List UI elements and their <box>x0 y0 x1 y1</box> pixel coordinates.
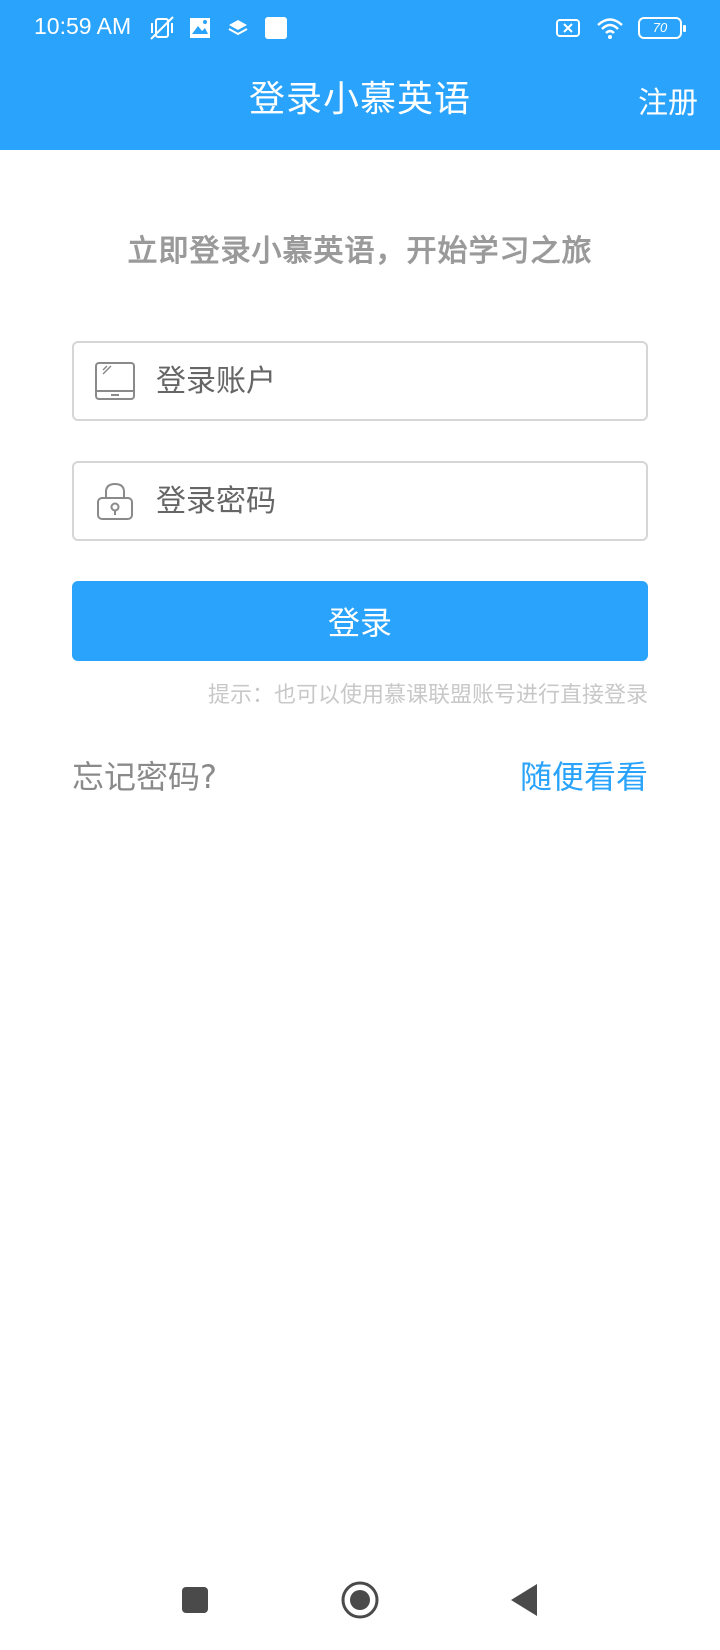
status-icons-right: 70 <box>554 14 686 42</box>
status-icons-left <box>148 14 290 42</box>
vibrate-off-icon <box>150 16 174 40</box>
back-icon <box>511 1584 537 1616</box>
status-bar: 10:59 AM 70 <box>0 0 720 56</box>
login-screen: 10:59 AM 70 登录小慕英语 注册 立即登录小慕英语，开始学习之旅 登录… <box>0 0 720 1650</box>
password-field[interactable] <box>72 461 648 541</box>
square-icon <box>265 17 287 39</box>
status-time: 10:59 AM <box>34 13 132 39</box>
recents-icon <box>182 1587 208 1613</box>
layers-icon <box>228 20 248 36</box>
app-header: 10:59 AM 70 登录小慕英语 注册 <box>0 0 720 150</box>
battery-icon: 70 <box>638 17 686 39</box>
tagline: 立即登录小慕英语，开始学习之旅 <box>127 234 593 269</box>
wifi-icon <box>597 18 623 39</box>
lock-icon <box>97 482 133 520</box>
tablet-icon <box>95 362 135 400</box>
gallery-icon <box>190 18 210 38</box>
page-title: 登录小慕英语 <box>248 79 471 120</box>
home-icon <box>341 1581 379 1619</box>
home-button[interactable] <box>330 1570 390 1630</box>
browse-link[interactable]: 随便看看 <box>520 752 648 798</box>
account-input[interactable] <box>156 363 646 399</box>
recents-button[interactable] <box>165 1570 225 1630</box>
password-input[interactable] <box>156 483 646 519</box>
forgot-password-link[interactable]: 忘记密码? <box>72 752 217 798</box>
login-button[interactable]: 登录 <box>72 581 648 661</box>
back-button[interactable] <box>495 1570 555 1630</box>
register-link[interactable]: 注册 <box>638 78 698 122</box>
sim-x-icon <box>556 19 580 37</box>
login-hint: 提示：也可以使用慕课联盟账号进行直接登录 <box>207 683 648 708</box>
navigation-bar <box>0 1570 720 1650</box>
account-field[interactable] <box>72 341 648 421</box>
